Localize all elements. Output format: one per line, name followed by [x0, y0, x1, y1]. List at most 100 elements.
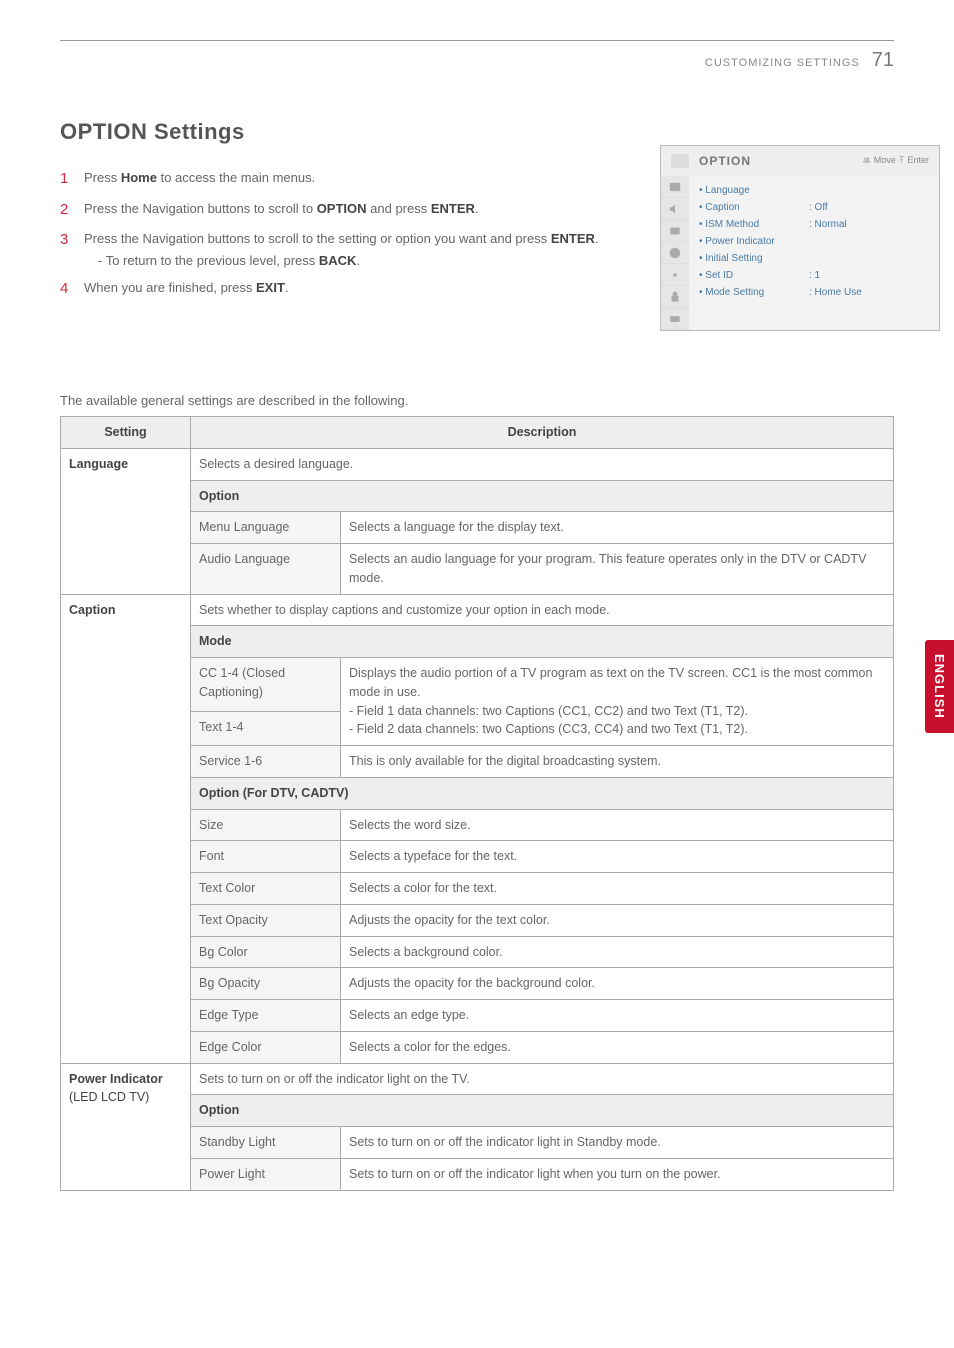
step-number: 3 [60, 229, 74, 270]
subhead-option: Option [191, 480, 894, 512]
osd-row: • Mode Setting: Home Use [689, 284, 939, 301]
home-label: Home [121, 170, 157, 185]
step-text: Press the Navigation buttons to scroll t… [84, 229, 599, 270]
text: Press [84, 170, 121, 185]
opt-desc: Selects a language for the display text. [341, 512, 894, 544]
osd-value: : Normal [809, 217, 847, 232]
language-tab: ENGLISH [925, 640, 954, 733]
settings-table: Setting Description Language Selects a d… [60, 416, 894, 1191]
opt-desc: Sets to turn on or off the indicator lig… [341, 1127, 894, 1159]
osd-row: • Power Indicator [689, 233, 939, 250]
osd-hint: ꔛ Move ꔉ Enter [862, 154, 929, 168]
text: Power Indicator [69, 1072, 163, 1086]
subhead-option: Option [191, 1095, 894, 1127]
osd-label: • Mode Setting [699, 285, 809, 300]
text: and press [367, 201, 431, 216]
channel-icon [661, 220, 689, 242]
opt-desc: Selects an audio language for your progr… [341, 544, 894, 595]
section-title: CUSTOMIZING SETTINGS [705, 55, 860, 72]
opt-name: Edge Color [191, 1031, 341, 1063]
desc: Sets whether to display captions and cus… [191, 594, 894, 626]
step-text: When you are finished, press EXIT. [84, 278, 289, 301]
picture-icon [661, 176, 689, 198]
option-icon [661, 264, 689, 286]
osd-label: • Set ID [699, 268, 809, 283]
opt-desc: Adjusts the opacity for the text color. [341, 904, 894, 936]
page-number: 71 [872, 45, 894, 75]
opt-desc: Selects the word size. [341, 809, 894, 841]
osd-row: • Caption: Off [689, 199, 939, 216]
osd-label: • Initial Setting [699, 251, 809, 266]
enter-label: ENTER [551, 231, 595, 246]
osd-label: • Power Indicator [699, 234, 809, 249]
text: . [285, 280, 289, 295]
exit-label: EXIT [256, 280, 285, 295]
table-intro: The available general settings are descr… [60, 391, 894, 411]
osd-list: • Language • Caption: Off • ISM Method: … [689, 176, 939, 330]
table-row: Caption Sets whether to display captions… [61, 594, 894, 626]
opt-name: Audio Language [191, 544, 341, 595]
subhead-option-dtv: Option (For DTV, CADTV) [191, 777, 894, 809]
osd-icons-column [661, 176, 689, 330]
osd-row: • Set ID: 1 [689, 267, 939, 284]
step-text: Press Home to access the main menus. [84, 168, 315, 191]
text: Press the Navigation buttons to scroll t… [84, 201, 317, 216]
opt-name: Edge Type [191, 1000, 341, 1032]
col-description: Description [191, 417, 894, 449]
osd-body: • Language • Caption: Off • ISM Method: … [661, 176, 939, 330]
opt-name: Text Color [191, 873, 341, 905]
text: - Field 1 data channels: two Captions (C… [349, 704, 748, 737]
osd-value: : Home Use [809, 285, 862, 300]
text: - To return to the previous level, press [98, 253, 319, 268]
osd-row: • ISM Method: Normal [689, 216, 939, 233]
desc: Selects a desired language. [191, 448, 894, 480]
setting-caption: Caption [61, 594, 191, 1063]
opt-name: Menu Language [191, 512, 341, 544]
osd-row: • Initial Setting [689, 250, 939, 267]
osd-value: : Off [809, 200, 828, 215]
step-number: 4 [60, 278, 74, 301]
osd-row: • Language [689, 182, 939, 199]
header-rule [60, 40, 894, 41]
enter-label: ENTER [431, 201, 475, 216]
opt-desc: Selects a typeface for the text. [341, 841, 894, 873]
osd-label: • Language [699, 183, 809, 198]
osd-panel: OPTION ꔛ Move ꔉ Enter • Language • Capti… [660, 145, 940, 331]
text: to access the main menus. [157, 170, 315, 185]
step-number: 1 [60, 168, 74, 191]
lock-icon [661, 286, 689, 308]
step-sub: - To return to the previous level, press… [98, 251, 599, 271]
step-text: Press the Navigation buttons to scroll t… [84, 199, 479, 222]
col-setting: Setting [61, 417, 191, 449]
page-header: CUSTOMIZING SETTINGS 71 [60, 45, 894, 75]
audio-icon [661, 198, 689, 220]
opt-desc: Selects a background color. [341, 936, 894, 968]
osd-title: OPTION [699, 152, 862, 170]
opt-name: Text 1-4 [191, 712, 341, 746]
page-title: OPTION Settings [60, 115, 894, 148]
table-header-row: Setting Description [61, 417, 894, 449]
input-icon [661, 308, 689, 330]
text: Displays the audio portion of a TV progr… [349, 666, 872, 699]
opt-name: Standby Light [191, 1127, 341, 1159]
opt-desc: This is only available for the digital b… [341, 746, 894, 778]
table-row: Language Selects a desired language. [61, 448, 894, 480]
text: . [356, 253, 360, 268]
opt-desc: Adjusts the opacity for the background c… [341, 968, 894, 1000]
text: . [595, 231, 599, 246]
time-icon [661, 242, 689, 264]
osd-value: : 1 [809, 268, 820, 283]
setting-power-indicator: Power Indicator (LED LCD TV) [61, 1063, 191, 1190]
opt-name: Bg Opacity [191, 968, 341, 1000]
text-bold: Option [199, 786, 239, 800]
opt-desc: Displays the audio portion of a TV progr… [341, 658, 894, 746]
text: (For DTV, CADTV) [239, 786, 348, 800]
osd-header: OPTION ꔛ Move ꔉ Enter [661, 146, 939, 176]
osd-label: • Caption [699, 200, 809, 215]
back-label: BACK [319, 253, 357, 268]
opt-desc: Selects an edge type. [341, 1000, 894, 1032]
opt-desc: Sets to turn on or off the indicator lig… [341, 1158, 894, 1190]
text: When you are finished, press [84, 280, 256, 295]
opt-desc: Selects a color for the text. [341, 873, 894, 905]
opt-name: CC 1-4 (Closed Captioning) [191, 658, 341, 712]
